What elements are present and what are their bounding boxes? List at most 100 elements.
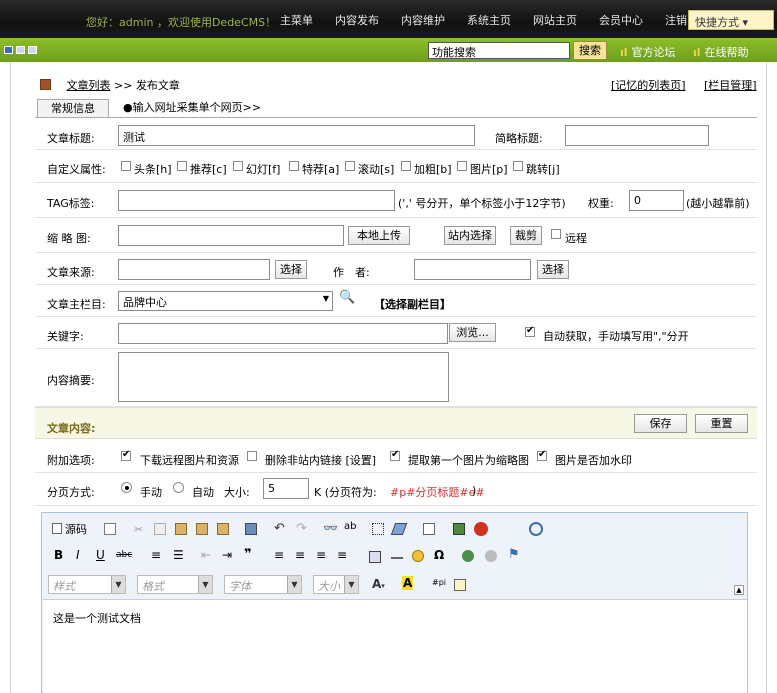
collapse-toolbar-icon[interactable]: ▲ [734,585,744,595]
column-manage-link[interactable]: [栏目管理] [704,77,757,93]
insert-code-icon[interactable] [454,579,466,591]
preview-icon[interactable] [423,523,435,535]
redo-icon[interactable]: ↷ [296,521,308,536]
summary-textarea[interactable] [118,352,449,402]
format-combo[interactable]: 格式 ▼ [137,575,213,594]
align-right-icon[interactable]: ≡ [316,548,326,562]
save-button[interactable]: 保存 [634,414,687,433]
bullet-list-icon[interactable]: ☰ [173,548,184,562]
layout-icon[interactable] [28,46,37,54]
omega-icon[interactable]: Ω [434,548,444,562]
hr-icon[interactable] [391,557,403,559]
select-all-icon[interactable] [372,523,384,535]
tab-general[interactable]: 常规信息 [37,99,109,117]
paste-word-icon[interactable] [217,523,229,535]
thumb-input[interactable] [118,225,344,246]
copy-icon[interactable] [154,523,166,535]
bold-icon[interactable]: B [54,548,63,562]
justify-icon[interactable]: ≡ [337,548,347,562]
paste-text-icon[interactable] [196,523,208,535]
text-color-icon[interactable]: A▾ [372,577,385,591]
article-list-link[interactable]: 文章列表 [67,79,111,92]
find-icon[interactable]: 👓 [323,521,338,535]
attr-checkbox[interactable] [457,161,467,171]
recent-list-link[interactable]: [记忆的列表页] [611,77,686,93]
local-upload-button[interactable]: 本地上传 [348,226,410,245]
sub-column-link[interactable]: 【选择副栏目】 [374,296,451,312]
remote-checkbox[interactable] [551,229,561,239]
keywords-input[interactable] [118,323,448,344]
paste-icon[interactable] [175,523,187,535]
nav-member-center[interactable]: 会员中心 [599,12,643,28]
title-input[interactable]: 测试 [118,125,475,146]
nav-maintain[interactable]: 内容维护 [401,12,445,28]
link-icon[interactable] [462,550,474,562]
nav-site-home[interactable]: 网站主页 [533,12,577,28]
source-button[interactable]: 源码 [52,521,87,537]
site-select-button[interactable]: 站内选择 [444,226,496,245]
paging-manual-radio[interactable] [121,482,132,493]
nav-main-menu[interactable]: 主菜单 [280,12,313,28]
paging-auto-radio[interactable] [173,482,184,493]
search-button[interactable]: 搜索 [573,41,607,60]
attr-checkbox[interactable] [233,161,243,171]
unlink-icon[interactable] [485,550,497,562]
source-input[interactable] [118,259,270,280]
attr-checkbox[interactable] [177,161,187,171]
font-combo[interactable]: 字体 ▼ [224,575,302,594]
layout-icon[interactable] [16,46,25,54]
bg-color-icon[interactable]: A [402,576,414,590]
replace-icon[interactable]: ab [344,521,356,533]
forum-link[interactable]: ıl 官方论坛 [620,44,676,60]
image-icon[interactable] [453,523,465,535]
short-title-input[interactable] [565,125,709,146]
auto-keywords-checkbox[interactable] [525,325,535,337]
remove-links-checkbox[interactable] [247,451,257,461]
table-icon[interactable] [369,551,381,563]
magnifier-icon[interactable]: 🔍 [339,290,355,305]
layout-icon[interactable] [4,46,13,54]
attr-checkbox[interactable] [121,161,131,171]
paging-break-icon[interactable]: #pi [432,578,446,587]
tab-collect-url[interactable]: ●输入网址采集单个网页>> [123,99,261,117]
nav-logout[interactable]: 注销 [665,12,687,28]
watermark-checkbox[interactable] [537,449,547,461]
indent-icon[interactable]: ⇥ [222,548,232,562]
print-icon[interactable] [245,523,257,535]
undo-icon[interactable]: ↶ [274,521,286,536]
strike-icon[interactable]: abc [116,550,132,560]
weight-input[interactable]: 0 [629,190,684,211]
style-combo[interactable]: 样式 ▼ [48,575,126,594]
attr-checkbox[interactable] [513,161,523,171]
outdent-icon[interactable]: ⇤ [201,548,211,562]
author-input[interactable] [414,259,531,280]
numbered-list-icon[interactable]: ≡ [151,548,161,562]
paging-size-input[interactable]: 5 [263,478,309,499]
italic-icon[interactable]: I [76,548,80,562]
attr-checkbox[interactable] [345,161,355,171]
source-select-button[interactable]: 选择 [275,260,307,279]
browse-button[interactable]: 浏览... [449,323,496,342]
smiley-icon[interactable] [412,550,424,562]
cut-icon[interactable]: ✂ [134,523,146,536]
insert-special-icon[interactable] [529,522,543,536]
function-search-input[interactable]: 功能搜索 [428,42,570,59]
attr-checkbox[interactable] [289,161,299,171]
help-link[interactable]: ıl 在线帮助 [693,44,749,60]
download-remote-checkbox[interactable] [121,449,131,461]
crop-button[interactable]: 裁剪 [510,226,542,245]
first-image-thumb-checkbox[interactable] [390,449,400,461]
editor-content[interactable]: 这是一个测试文档 [43,599,747,693]
align-center-icon[interactable]: ≡ [295,548,305,562]
tag-input[interactable] [118,190,395,211]
anchor-flag-icon[interactable]: ⚑ [508,547,520,562]
underline-icon[interactable]: U [96,548,105,562]
quick-menu[interactable]: 快捷方式 ▾ [688,10,774,30]
author-select-button[interactable]: 选择 [537,260,569,279]
attr-checkbox[interactable] [401,161,411,171]
flash-icon[interactable] [474,522,488,536]
column-select[interactable]: 品牌中心 ▼ [118,291,333,311]
align-left-icon[interactable]: ≡ [274,548,284,562]
eraser-icon[interactable] [390,523,408,535]
size-combo[interactable]: 大小 ▼ [313,575,359,594]
